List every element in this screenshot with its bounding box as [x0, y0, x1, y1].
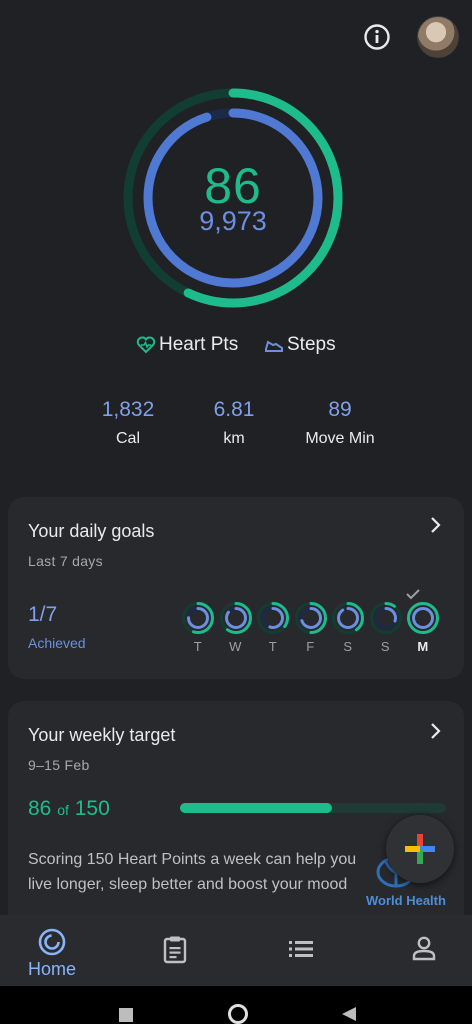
- move-minutes-value: 89: [328, 398, 352, 421]
- weekly-of: of: [57, 802, 69, 818]
- add-activity-button[interactable]: [386, 815, 454, 883]
- system-navigation-bar: [0, 986, 472, 1024]
- daily-goals-card[interactable]: Your daily goals Last 7 days 1/7 Achieve…: [8, 497, 464, 679]
- calories-value: 1,832: [101, 398, 155, 421]
- daily-goals-subtitle: Last 7 days: [28, 553, 103, 569]
- day-goal-4[interactable]: S: [330, 601, 366, 654]
- distance-value: 6.81: [213, 398, 255, 421]
- day-label: M: [417, 639, 429, 654]
- weekly-target-description: Scoring 150 Heart Points a week can help…: [28, 851, 357, 893]
- day-goal-5[interactable]: S: [368, 601, 404, 654]
- daily-goal-days: TWTFSSM: [180, 601, 450, 661]
- day-goal-6[interactable]: M: [405, 601, 441, 654]
- daily-goals-title: Your daily goals: [28, 521, 155, 541]
- bottom-navigation: Home: [0, 915, 472, 986]
- legend-steps-label: Steps: [287, 334, 336, 355]
- day-label: T: [268, 639, 278, 654]
- checkmark-icon: [406, 589, 420, 600]
- weekly-progress-bar: [180, 803, 446, 813]
- weekly-target-score: 86 of 150: [28, 797, 110, 821]
- nav-home-label: Home: [27, 959, 76, 979]
- weekly-current: 86: [28, 797, 52, 820]
- top-bar: [0, 0, 472, 76]
- chevron-right-icon[interactable]: [428, 515, 442, 535]
- nav-profile[interactable]: [354, 915, 472, 986]
- stat-distance: 6.81 km: [179, 398, 289, 448]
- day-rings-icon: [332, 602, 364, 634]
- heart-icon: [136, 336, 156, 354]
- day-label: S: [343, 639, 353, 654]
- add-plus-icon: [405, 834, 435, 864]
- profile-icon: [412, 936, 436, 961]
- day-rings-icon: [257, 602, 289, 634]
- chevron-right-icon[interactable]: [428, 721, 442, 741]
- weekly-target-title: Your weekly target: [28, 725, 176, 745]
- shoe-icon: [265, 340, 283, 352]
- nav-home[interactable]: Home: [0, 915, 118, 986]
- achieved-value: 1/7: [28, 603, 58, 626]
- distance-label: km: [223, 430, 245, 447]
- day-rings-icon: [369, 602, 402, 634]
- legend-steps[interactable]: Steps: [264, 334, 336, 356]
- circle-icon[interactable]: [227, 1003, 249, 1024]
- who-logo-text: World Health: [366, 893, 446, 908]
- day-label: S: [380, 639, 391, 654]
- square-icon[interactable]: [119, 1008, 133, 1022]
- info-icon[interactable]: [362, 22, 392, 52]
- ring-legend: Heart Pts Steps: [0, 334, 472, 360]
- weekly-target-dates: 9–15 Feb: [28, 757, 90, 773]
- home-rings-icon: [38, 928, 66, 956]
- stat-calories: 1,832 Cal: [73, 398, 183, 448]
- triangle-back-icon[interactable]: [341, 1006, 357, 1022]
- day-rings-icon: [182, 602, 214, 634]
- weekly-goal: 150: [74, 797, 110, 820]
- day-label: T: [193, 639, 203, 654]
- legend-heart-pts[interactable]: Heart Pts: [136, 334, 238, 356]
- day-goal-1[interactable]: W: [218, 601, 254, 654]
- profile-avatar[interactable]: [417, 16, 459, 58]
- achieved-label: Achieved: [28, 635, 86, 651]
- day-label: W: [229, 639, 242, 654]
- day-rings-icon: [294, 602, 327, 634]
- nav-journal[interactable]: [118, 915, 236, 986]
- nav-browse[interactable]: [236, 915, 354, 986]
- steps-value: 9,973: [199, 206, 267, 236]
- day-goal-2[interactable]: T: [255, 601, 291, 654]
- day-goal-3[interactable]: F: [293, 601, 329, 654]
- calories-label: Cal: [115, 430, 140, 447]
- browse-list-icon: [289, 941, 313, 957]
- day-label: F: [306, 639, 315, 654]
- day-rings-icon: [219, 602, 252, 634]
- weekly-progress-fill: [180, 803, 332, 813]
- move-minutes-label: Move Min: [305, 430, 375, 447]
- journal-clipboard-icon: [163, 936, 187, 964]
- day-rings-icon: [407, 602, 439, 634]
- stat-move-minutes: 89 Move Min: [285, 398, 395, 448]
- legend-heart-pts-label: Heart Pts: [159, 334, 239, 355]
- day-goal-0[interactable]: T: [180, 601, 216, 654]
